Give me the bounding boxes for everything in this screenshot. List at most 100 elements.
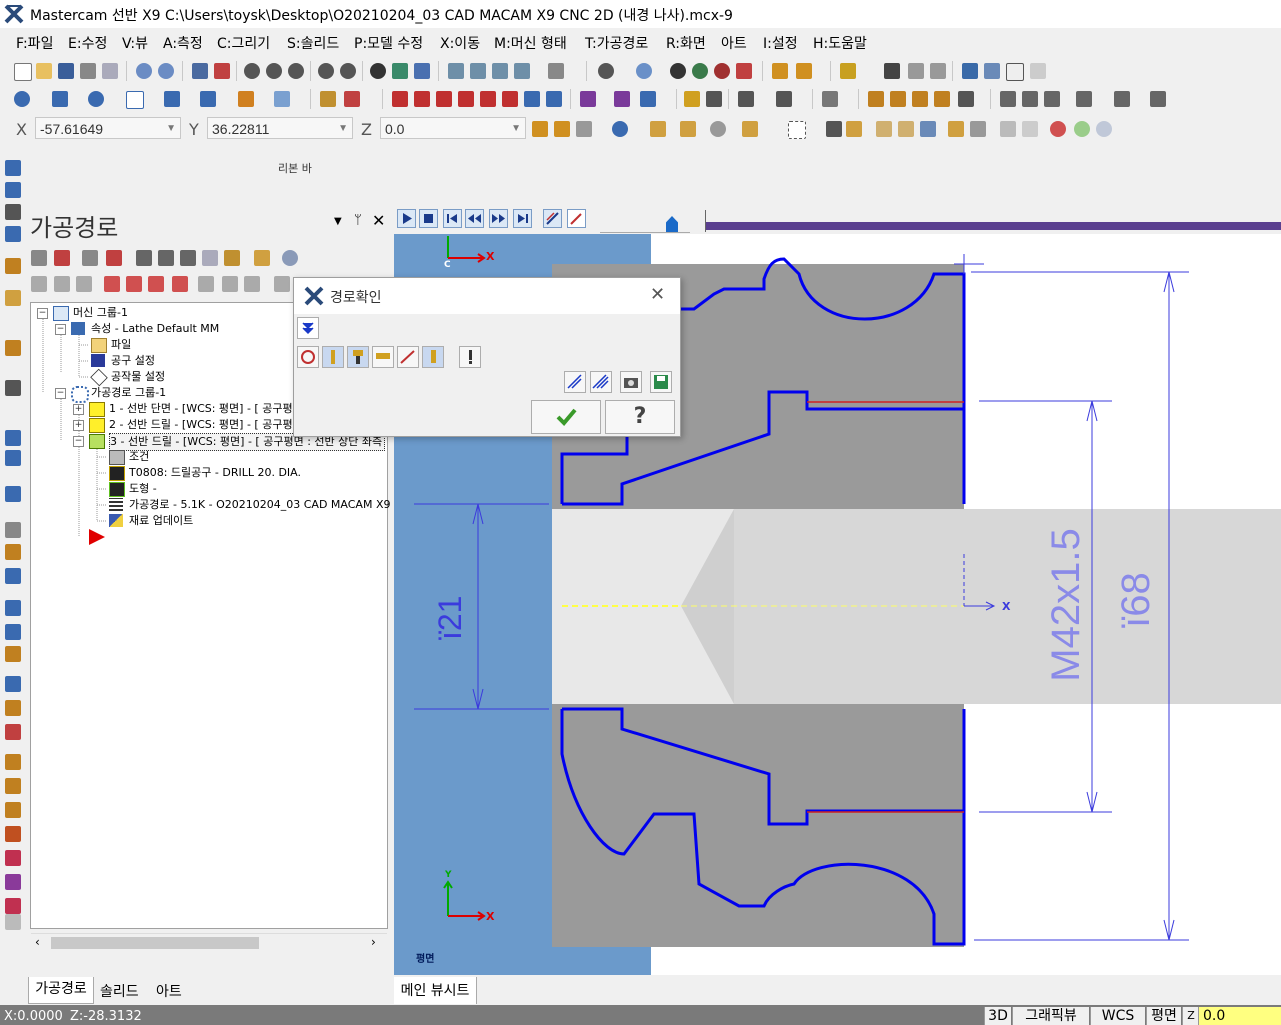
info-icon[interactable] <box>684 91 700 107</box>
tool-display-button[interactable] <box>322 346 344 368</box>
stock-model-icon[interactable] <box>890 91 906 107</box>
redo-icon[interactable] <box>158 63 174 79</box>
select-only-icon[interactable] <box>680 121 696 137</box>
panel-menu-chevron-icon[interactable]: ▼ <box>334 216 342 227</box>
tree-item-toolpath[interactable]: 가공경로 - 5.1K - O20210204_03 CAD MACAM X9 … <box>129 497 418 513</box>
tree-item-stock-update[interactable]: 재료 업데이트 <box>129 513 193 529</box>
collapse-dialog-button[interactable] <box>297 317 319 339</box>
grid-icon[interactable] <box>908 63 924 79</box>
surface-icon[interactable] <box>274 91 290 107</box>
play-button[interactable] <box>397 209 416 228</box>
collapse-toggle[interactable]: − <box>37 308 48 319</box>
shading-icon[interactable] <box>670 63 686 79</box>
menu-model-modify[interactable]: P:모델 수정 <box>354 33 423 53</box>
xform-translate-icon[interactable] <box>392 91 408 107</box>
pin-icon[interactable]: ᛘ <box>354 213 362 228</box>
tool-shape-button[interactable] <box>372 346 394 368</box>
zoom-target-icon[interactable] <box>266 63 282 79</box>
x-coordinate-input[interactable]: -57.61649 ▼ <box>35 117 181 139</box>
tree-item-machine-group[interactable]: 머신 그룹-1 <box>73 305 128 321</box>
line-width-icon[interactable] <box>796 63 812 79</box>
pattern-icon[interactable] <box>822 91 838 107</box>
z-coordinate-input[interactable]: 0.0 ▼ <box>380 117 526 139</box>
sphere-wire-icon[interactable] <box>598 63 614 79</box>
horizontal-scrollbar[interactable]: ‹ › <box>31 933 387 952</box>
hidden-line-icon[interactable] <box>736 63 752 79</box>
backplot-icon[interactable] <box>5 826 21 842</box>
tab-solids[interactable]: 솔리드 <box>100 981 139 1001</box>
check-icon[interactable] <box>884 63 900 79</box>
grid-view-icon[interactable] <box>5 568 21 584</box>
menu-machine-type[interactable]: M:머신 형태 <box>494 33 567 53</box>
help-disabled-icon[interactable] <box>1096 121 1112 137</box>
menu-draw[interactable]: C:그리기 <box>217 33 270 53</box>
collapse-toggle[interactable]: − <box>55 388 66 399</box>
dialog-close-icon[interactable]: ✕ <box>650 284 665 305</box>
view-iso-icon[interactable] <box>514 63 530 79</box>
status-graphics-view[interactable]: 그래픽뷰 <box>1012 1007 1089 1025</box>
solid-edge-icon[interactable] <box>920 121 936 137</box>
lathe-canned-icon[interactable] <box>5 380 21 396</box>
hatch-icon[interactable] <box>614 91 630 107</box>
xform-stretch-icon[interactable] <box>524 91 540 107</box>
select-dirty-ops-icon[interactable] <box>54 250 70 266</box>
translucency-icon[interactable] <box>714 63 730 79</box>
tree-item-stock-setup[interactable]: 공작물 설정 <box>111 369 165 385</box>
step-back-button[interactable] <box>465 209 484 228</box>
select-all-ops-icon[interactable] <box>31 250 47 266</box>
zoom-window-icon[interactable] <box>244 63 260 79</box>
delete-icon[interactable] <box>344 91 360 107</box>
playback-slider-thumb[interactable] <box>666 216 678 232</box>
post-icon[interactable] <box>5 754 21 770</box>
dynamic-rotate-icon[interactable] <box>392 63 408 79</box>
window-icon[interactable] <box>984 63 1000 79</box>
open-folder-icon[interactable] <box>36 63 52 79</box>
stock-model-op-icon[interactable] <box>5 898 21 914</box>
snap-point-icon[interactable] <box>554 121 570 137</box>
scroll-arrow-icon[interactable] <box>172 276 188 292</box>
delete-op-icon[interactable] <box>5 724 21 740</box>
primitive-icon[interactable] <box>238 91 254 107</box>
simulate-ops-icon[interactable] <box>180 250 196 266</box>
print-preview-icon[interactable] <box>102 63 118 79</box>
xform-array-icon[interactable] <box>502 91 518 107</box>
toggle-display-icon[interactable] <box>54 276 70 292</box>
backplot-ops-icon[interactable] <box>136 250 152 266</box>
lathe-groove-icon[interactable] <box>5 258 21 274</box>
cursor-icon[interactable] <box>826 121 842 137</box>
help-button[interactable]: ? <box>605 400 675 434</box>
status-plane[interactable]: 평면 <box>1146 1007 1181 1025</box>
solid-pick-icon[interactable] <box>970 121 986 137</box>
trace-mode-button[interactable] <box>543 209 562 228</box>
analyze-icon[interactable] <box>840 63 856 79</box>
chuck-jaw-icon[interactable] <box>5 486 21 502</box>
tab-main-viewsheet[interactable]: 메인 뷰시트 <box>394 977 477 1004</box>
toolpath-display-button[interactable] <box>567 209 586 228</box>
view-top-icon[interactable] <box>448 63 464 79</box>
verify-icon[interactable] <box>5 850 21 866</box>
wcs-icon[interactable] <box>5 624 21 640</box>
lathe-rough-icon[interactable] <box>5 160 21 176</box>
scroll-left-icon[interactable]: ‹ <box>35 935 40 949</box>
rotate-icon[interactable] <box>370 63 386 79</box>
select-all-icon[interactable] <box>650 121 666 137</box>
tree-item-tool[interactable]: T0808: 드릴공구 - DRILL 20. DIA. <box>129 465 301 481</box>
holder-display-button[interactable] <box>347 346 369 368</box>
trim-icon[interactable] <box>320 91 336 107</box>
line-style-icon[interactable] <box>772 63 788 79</box>
move-down-icon[interactable] <box>104 276 120 292</box>
solid-loop-icon[interactable] <box>948 121 964 137</box>
stock-transfer-icon[interactable] <box>5 450 21 466</box>
highfeed-icon[interactable] <box>224 250 240 266</box>
show-all-icon[interactable] <box>222 276 238 292</box>
tree-item-op-1[interactable]: 1 - 선반 단면 - [WCS: 평면] - [ 공구평 <box>109 401 293 417</box>
move-up-icon[interactable] <box>126 276 142 292</box>
solid-cube-icon[interactable] <box>5 522 21 538</box>
collapse-icon[interactable] <box>274 276 290 292</box>
menu-toolpaths[interactable]: T:가공경로 <box>585 33 648 53</box>
nc-file-icon[interactable] <box>5 802 21 818</box>
line-icon[interactable] <box>52 91 68 107</box>
menu-art[interactable]: 아트 <box>721 33 747 53</box>
layout-icon[interactable] <box>1030 63 1046 79</box>
expand-toggle[interactable]: + <box>73 404 84 415</box>
